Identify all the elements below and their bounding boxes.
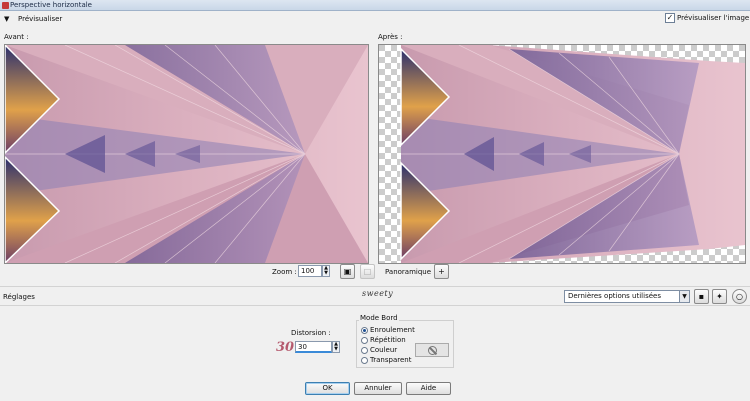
radio-color-label[interactable]: Couleur [370, 346, 397, 354]
collapse-arrow-icon[interactable]: ▼ [4, 15, 9, 23]
window-title: Perspective horizontale [10, 1, 92, 9]
edge-color-swatch[interactable] [415, 343, 449, 357]
settings-label: Réglages [3, 293, 35, 301]
preview-image-label[interactable]: Prévisualiser l'image [677, 14, 749, 22]
ok-button[interactable]: OK [305, 382, 350, 395]
radio-repeat[interactable] [361, 337, 368, 344]
zoom-label: Zoom : [272, 268, 297, 276]
save-preset-icon[interactable]: ▪ [694, 289, 709, 304]
pan-button[interactable]: + [434, 264, 449, 279]
radio-wrap-label[interactable]: Enroulement [370, 326, 415, 334]
zoom-fit-button[interactable]: ▣ [340, 264, 355, 279]
after-image [379, 45, 745, 263]
before-image [5, 45, 368, 263]
manage-presets-icon[interactable]: ✦ [712, 289, 727, 304]
preview-bar: ▼ Prévisualiser ✓ Prévisualiser l'image [0, 11, 750, 28]
zoom-actual-button[interactable]: □ [360, 264, 375, 279]
radio-repeat-label[interactable]: Répétition [370, 336, 406, 344]
pan-label: Panoramique : [385, 268, 436, 276]
preview-image-checkbox[interactable]: ✓ [665, 13, 675, 23]
distortion-label: Distorsion : [291, 329, 331, 337]
reset-icon[interactable]: ○ [732, 289, 747, 304]
cancel-button[interactable]: Annuler [354, 382, 402, 395]
zoom-spinner[interactable]: ▲ ▼ [322, 265, 330, 277]
before-label: Avant : [4, 33, 29, 41]
disabled-icon [428, 346, 437, 355]
before-preview[interactable] [4, 44, 369, 264]
app-icon [2, 2, 9, 9]
radio-transparent-label[interactable]: Transparent [370, 356, 411, 364]
radio-wrap[interactable] [361, 327, 368, 334]
radio-color[interactable] [361, 347, 368, 354]
help-button[interactable]: Aide [406, 382, 451, 395]
settings-bar: Réglages sweety Dernières options utilis… [0, 286, 750, 306]
radio-transparent[interactable] [361, 357, 368, 364]
preset-dropdown[interactable]: Dernières options utilisées ▼ [564, 290, 690, 303]
distortion-input[interactable]: 30 [295, 341, 332, 353]
edge-mode-title: Mode Bord [359, 314, 399, 322]
title-bar: Perspective horizontale [0, 0, 750, 11]
zoom-input[interactable]: 100 [298, 265, 322, 277]
after-label: Après : [378, 33, 403, 41]
distortion-annotation: 30 [276, 340, 295, 355]
preview-toggle-label[interactable]: Prévisualiser [18, 15, 62, 23]
author-logo: sweety [362, 289, 394, 298]
chevron-down-icon[interactable]: ▼ [679, 291, 689, 302]
distortion-spinner[interactable]: ▲ ▼ [332, 341, 340, 353]
after-preview[interactable] [378, 44, 746, 264]
preset-value: Dernières options utilisées [568, 292, 661, 300]
